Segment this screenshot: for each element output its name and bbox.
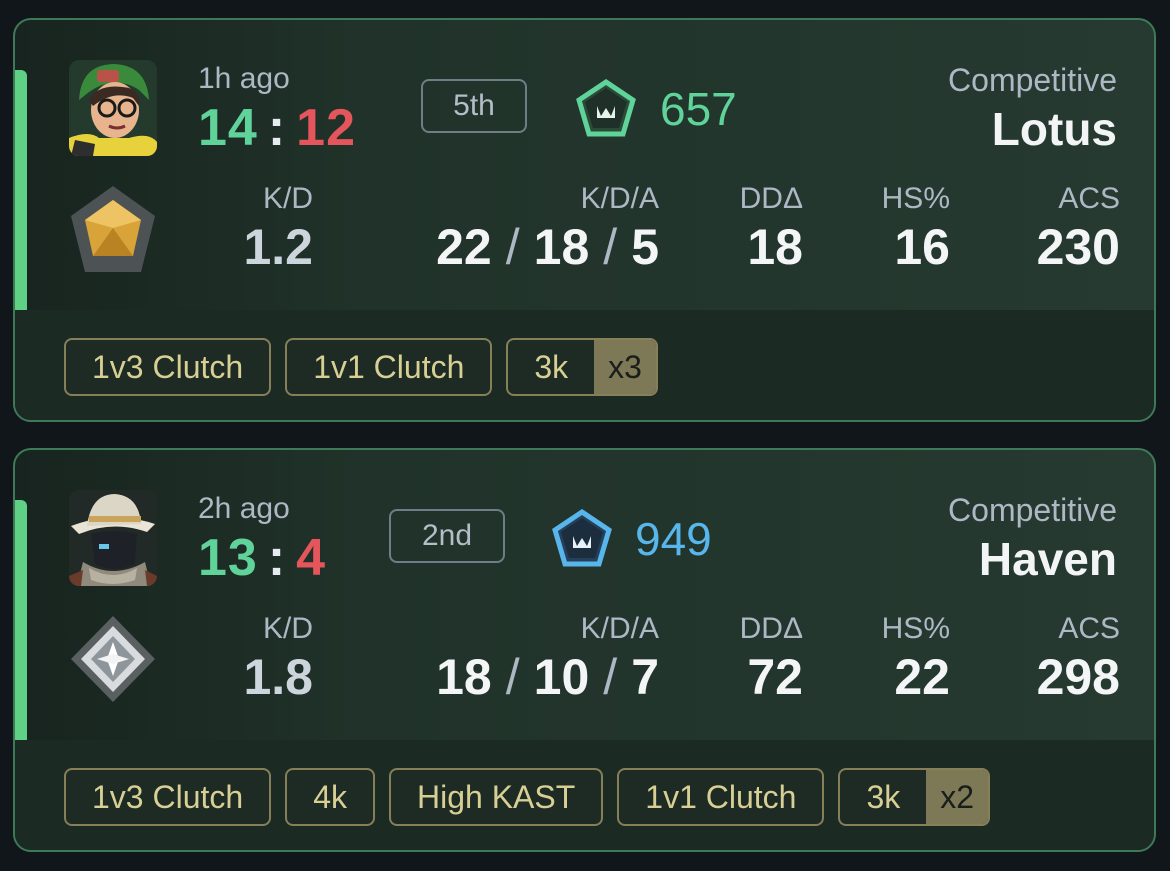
acs-stat: ACS 230 — [1015, 180, 1120, 276]
score-lost: 4 — [296, 529, 327, 587]
achievement-tag[interactable]: 1v1 Clutch — [285, 338, 493, 396]
kda-label: K/D/A — [580, 612, 659, 645]
headshot-label: HS% — [881, 612, 950, 645]
game-mode: Competitive — [948, 62, 1117, 98]
kda-value: 18/10/7 — [436, 649, 659, 705]
achievement-tag-multi[interactable]: 3k x2 — [838, 768, 991, 826]
green-rank-rating-icon — [575, 78, 637, 140]
kd-label: K/D — [262, 182, 313, 215]
kills: 18 — [436, 649, 492, 705]
placement-badge: 5th — [421, 79, 527, 133]
score-won: 13 — [198, 529, 258, 587]
rank-rating-value: 949 — [635, 513, 712, 565]
achievement-tag-count: x3 — [594, 340, 656, 394]
score-won: 14 — [198, 99, 258, 157]
score-lost: 12 — [296, 99, 357, 157]
achievement-tag[interactable]: 1v3 Clutch — [64, 768, 272, 826]
damage-delta-label: DDΔ — [739, 612, 803, 645]
kda-label: K/D/A — [580, 182, 659, 215]
headshot-label: HS% — [881, 182, 950, 215]
kd-value: 1.2 — [243, 219, 313, 275]
match-card[interactable]: 2h ago 13:4 2nd 949 Competitive Haven K/… — [13, 448, 1156, 852]
damage-delta-label: DDΔ — [739, 182, 803, 215]
silver-rank-icon — [67, 612, 159, 706]
score-separator: : — [267, 99, 287, 157]
damage-delta-value: 18 — [747, 219, 803, 275]
achievement-tag[interactable]: 1v3 Clutch — [64, 338, 272, 396]
achievement-tag[interactable]: 4k — [285, 768, 375, 826]
kda-stat: K/D/A 18/10/7 — [375, 610, 659, 706]
damage-delta-stat: DDΔ 72 — [715, 610, 803, 706]
damage-delta-stat: DDΔ 18 — [715, 180, 803, 276]
rank-rating-value: 657 — [660, 83, 737, 135]
kills: 22 — [436, 219, 492, 275]
kd-label: K/D — [262, 612, 313, 645]
achievement-tag-label: 3k — [866, 778, 901, 815]
damage-delta-value: 72 — [747, 649, 803, 705]
achievement-tag[interactable]: 1v1 Clutch — [617, 768, 825, 826]
achievement-tag-count: x2 — [926, 770, 989, 824]
kda-value: 22/18/5 — [436, 219, 659, 275]
acs-value: 230 — [1036, 219, 1120, 275]
match-score: 13:4 — [198, 528, 326, 588]
achievement-tag-multi[interactable]: 3k x3 — [506, 338, 658, 396]
kd-stat: K/D 1.8 — [233, 610, 313, 706]
headshot-value: 16 — [894, 219, 950, 275]
achievement-tag-label: 3k — [534, 348, 569, 385]
cypher-agent-portrait-icon — [69, 490, 157, 586]
acs-label: ACS — [1058, 612, 1120, 645]
acs-value: 298 — [1036, 649, 1120, 705]
score-separator: : — [267, 529, 287, 587]
match-card[interactable]: 1h ago 14:12 5th 657 Competitive Lotus K… — [13, 18, 1156, 422]
map-name: Lotus — [991, 103, 1117, 155]
game-mode: Competitive — [948, 492, 1117, 528]
match-score: 14:12 — [198, 98, 356, 158]
deaths: 18 — [533, 219, 590, 275]
acs-label: ACS — [1058, 182, 1120, 215]
killjoy-agent-portrait-icon — [69, 60, 157, 156]
gold-rank-icon — [67, 182, 159, 276]
kd-stat: K/D 1.2 — [233, 180, 313, 276]
achievement-tags: 1v3 Clutch 1v1 Clutch 3k x3 — [64, 338, 658, 396]
match-time-ago: 2h ago — [198, 492, 290, 525]
blue-rank-rating-icon — [551, 508, 613, 570]
achievement-tags: 1v3 Clutch 4k High KAST 1v1 Clutch 3k x2 — [64, 768, 991, 826]
assists: 7 — [631, 649, 659, 705]
placement-badge: 2nd — [389, 509, 505, 563]
match-time-ago: 1h ago — [198, 62, 290, 95]
headshot-stat: HS% 16 — [865, 180, 950, 276]
acs-stat: ACS 298 — [1015, 610, 1120, 706]
kda-stat: K/D/A 22/18/5 — [375, 180, 659, 276]
assists: 5 — [631, 219, 659, 275]
headshot-value: 22 — [894, 649, 950, 705]
deaths: 10 — [533, 649, 590, 705]
headshot-stat: HS% 22 — [865, 610, 950, 706]
kd-value: 1.8 — [243, 649, 313, 705]
achievement-tag[interactable]: High KAST — [388, 768, 604, 826]
map-name: Haven — [978, 533, 1117, 585]
